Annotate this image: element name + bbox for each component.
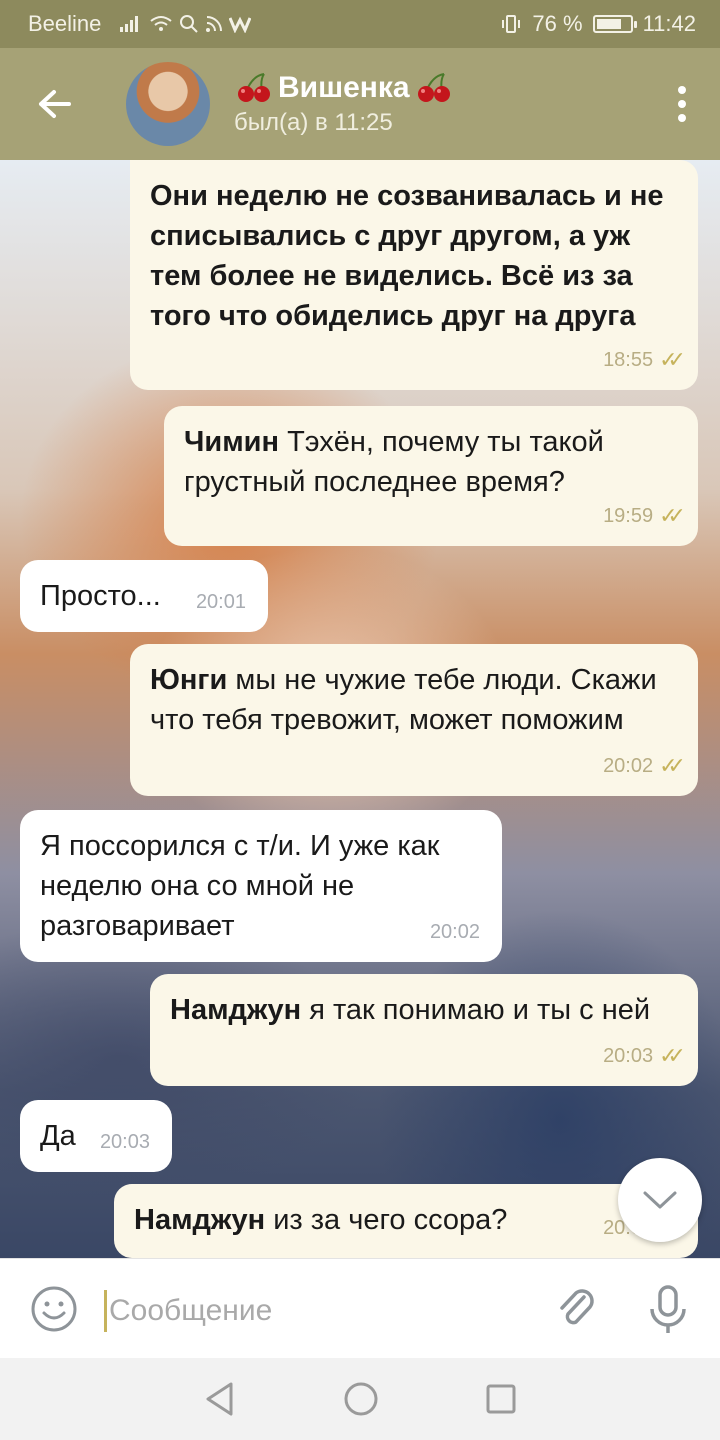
system-nav-bar [0, 1358, 720, 1440]
avatar[interactable] [126, 62, 210, 146]
read-ticks-icon: ✓✓ [659, 1043, 686, 1068]
chat-area[interactable]: Они неделю не созванивалась и не списыва… [0, 160, 720, 1258]
microphone-icon[interactable] [648, 1285, 688, 1335]
signal-icon [120, 16, 139, 32]
smile-icon[interactable] [30, 1285, 78, 1333]
message-text: из за чего ссора? [273, 1204, 508, 1236]
message-text: Они неделю не созванивалась и не списыва… [150, 180, 664, 332]
chat-header: Вишенка был(а) в 11:25 [0, 48, 720, 160]
rss-icon [206, 16, 223, 32]
message-placeholder: Сообщение [109, 1294, 273, 1327]
scroll-down-button[interactable] [618, 1158, 702, 1242]
status-bar: Beeline 76 % 11:42 [0, 0, 720, 48]
back-button[interactable] [0, 48, 110, 160]
cherry-icon [238, 73, 270, 102]
message-time: 20:02 [429, 921, 480, 943]
message-time: 20:03 [603, 1045, 654, 1067]
read-ticks-icon: ✓✓ [659, 753, 686, 778]
message-bubble[interactable]: Просто... 20:01 [20, 560, 268, 632]
last-seen: был(а) в 11:25 [234, 109, 393, 136]
message-time: 20:01 [195, 591, 246, 613]
message-sender: Чимин [184, 426, 280, 458]
message-text: Я поссорился с т/и. И уже как неделю она… [40, 830, 440, 942]
message-bubble[interactable]: Они неделю не созванивалась и не списыва… [130, 160, 698, 390]
message-input[interactable]: Сообщение [104, 1289, 272, 1333]
message-time: 18:55 [603, 349, 654, 371]
search-icon [180, 15, 199, 33]
message-time: 19:59 [603, 505, 654, 527]
battery-icon [592, 15, 637, 33]
message-text: я так понимаю и ты с ней [309, 994, 651, 1026]
wifi-icon [150, 16, 173, 31]
message-bubble[interactable]: Я поссорился с т/и. И уже как неделю она… [20, 810, 502, 962]
arrow-left-icon [39, 90, 71, 118]
message-composer: Сообщение [0, 1258, 720, 1358]
clock: 11:42 [642, 11, 696, 36]
carrier-name: Beeline [28, 11, 102, 36]
message-sender: Намджун [134, 1204, 266, 1236]
message-bubble[interactable]: Намджун я так понимаю и ты с ней 20:03 ✓✓ [150, 974, 698, 1086]
cherry-icon [417, 73, 450, 102]
text-caret [104, 1290, 107, 1332]
message-time: 20:03 [99, 1131, 150, 1153]
battery-percent: 76 % [532, 11, 583, 36]
message-time: 20:02 [603, 755, 654, 777]
chevron-down-icon [643, 1191, 677, 1209]
message-sender: Юнги [150, 664, 228, 696]
status-icons [119, 14, 252, 34]
message-sender: Намджун [170, 994, 302, 1026]
vibrate-icon [502, 15, 521, 33]
message-bubble[interactable]: Юнги мы не чужие тебе люди. Скажи что те… [130, 644, 698, 796]
paperclip-icon[interactable] [554, 1287, 600, 1333]
read-ticks-icon: ✓✓ [659, 503, 686, 528]
more-vertical-icon[interactable] [678, 86, 686, 122]
contact-name: Вишенка [278, 71, 410, 104]
message-bubble[interactable]: Намджун из за чего ссора? 20:03✓✓ [114, 1184, 698, 1258]
contact-info[interactable]: Вишенка был(а) в 11:25 [234, 71, 454, 137]
message-bubble[interactable]: Чимин Тэхён, почему ты такой грустный по… [164, 406, 698, 546]
app-w-icon [229, 16, 252, 33]
nav-back-icon[interactable] [203, 1381, 237, 1417]
message-bubble[interactable]: Да 20:03 [20, 1100, 172, 1172]
nav-home-icon[interactable] [343, 1381, 379, 1417]
nav-recents-icon[interactable] [485, 1383, 517, 1415]
read-ticks-icon: ✓✓ [659, 347, 686, 372]
